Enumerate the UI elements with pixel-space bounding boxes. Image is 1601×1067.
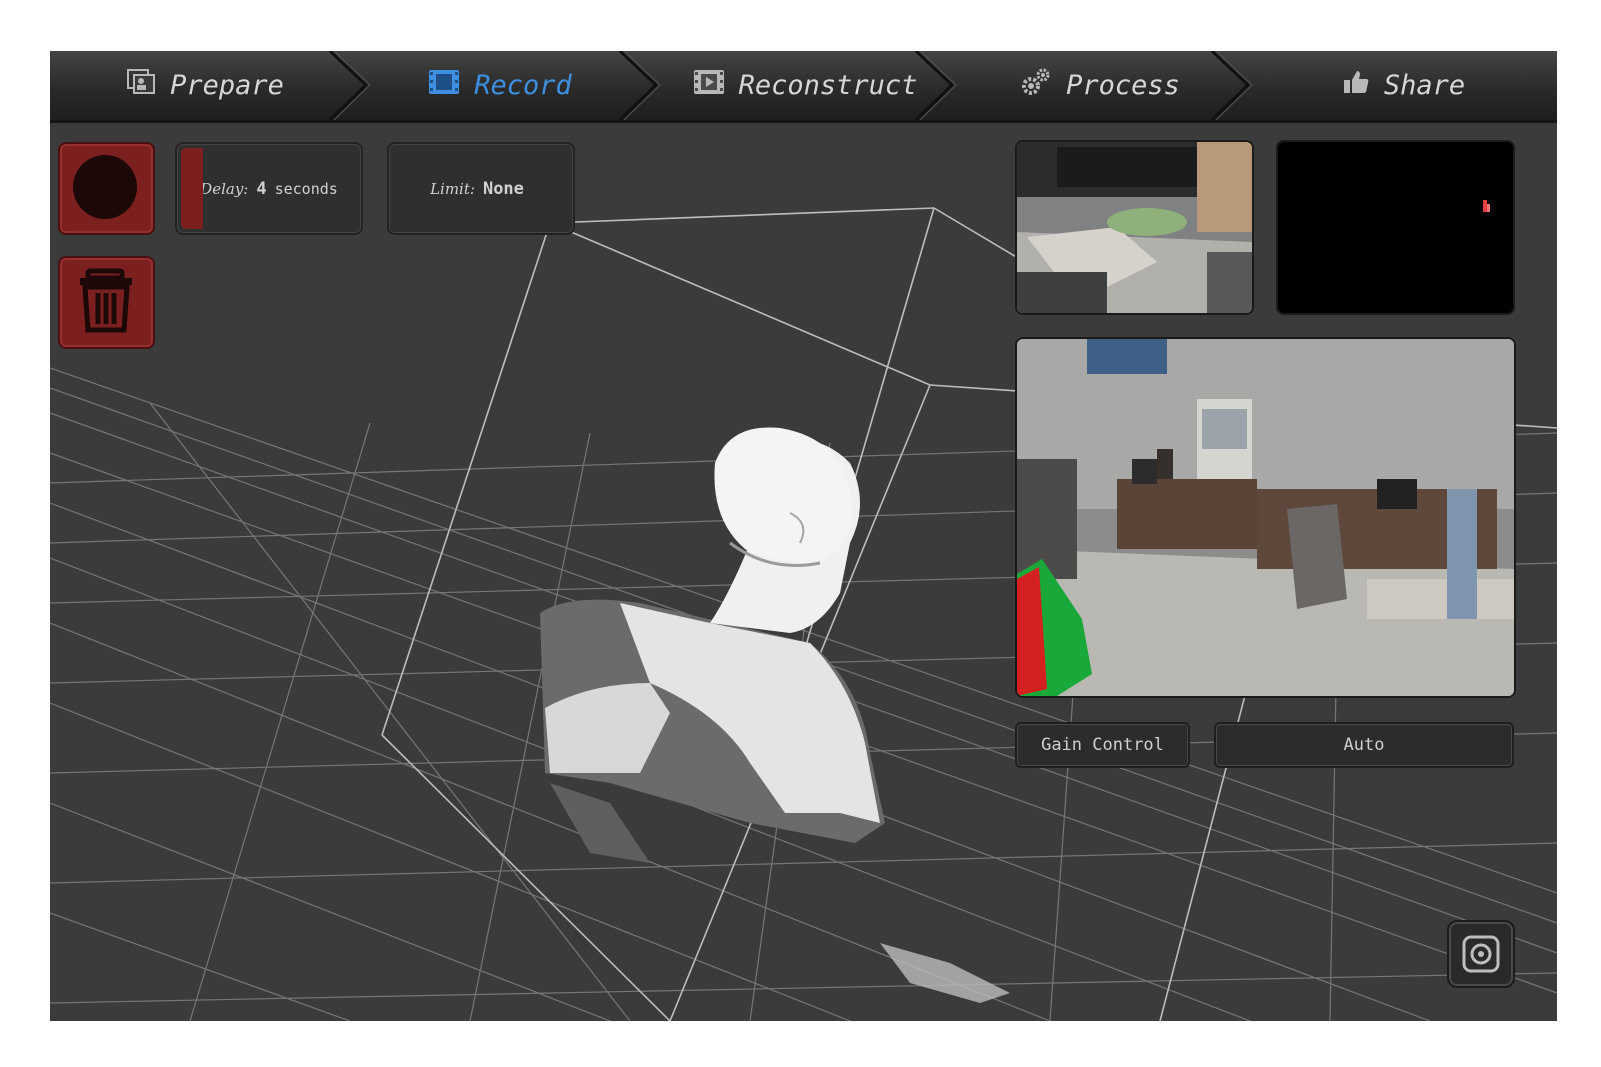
tab-reconstruct-label: Reconstruct [738, 70, 918, 101]
delete-scan-button[interactable] [58, 256, 155, 349]
tab-prepare[interactable]: Prepare [50, 51, 360, 120]
delay-countdown-bar [181, 148, 203, 229]
tab-share-label: Share [1383, 70, 1466, 101]
gears-icon [1020, 67, 1052, 104]
delay-value: 4 [256, 178, 267, 199]
record-button[interactable] [58, 142, 155, 235]
tab-reconstruct[interactable]: Reconstruct [650, 51, 960, 120]
record-icon [73, 155, 137, 219]
photos-icon [126, 68, 156, 103]
depth-camera-preview [1276, 140, 1515, 315]
snapshot-button[interactable] [1447, 920, 1515, 988]
workflow-nav-bar: Prepare Record Reconstruct Process Share [50, 51, 1557, 123]
rgb-camera-preview [1015, 140, 1254, 315]
tab-share[interactable]: Share [1250, 51, 1557, 120]
camera-lens-icon [1462, 935, 1500, 977]
thumbs-up-icon [1342, 68, 1370, 103]
film-strip-icon [693, 68, 725, 103]
film-frame-icon [428, 68, 460, 103]
tab-prepare-label: Prepare [170, 70, 284, 101]
limit-setting[interactable]: Limit: None [387, 142, 575, 235]
delay-label: Delay: [200, 179, 249, 198]
delay-unit: seconds [274, 179, 338, 198]
tab-process-label: Process [1066, 70, 1180, 101]
tab-process[interactable]: Process [950, 51, 1250, 120]
gain-mode-select[interactable]: Auto [1214, 722, 1514, 768]
delay-setting[interactable]: Delay: 4 seconds [175, 142, 363, 235]
tracking-camera-view [1015, 337, 1516, 698]
tab-record[interactable]: Record [350, 51, 650, 120]
limit-label: Limit: [430, 179, 475, 198]
3d-scan-viewport[interactable]: Delay: 4 seconds Limit: None Gain Contro… [50, 123, 1557, 1021]
tab-record-label: Record [474, 70, 572, 101]
gain-control-label: Gain Control [1015, 722, 1190, 768]
trash-icon [78, 268, 134, 338]
scanner-app-window: Prepare Record Reconstruct Process Share [50, 51, 1557, 1021]
limit-value: None [482, 178, 524, 199]
